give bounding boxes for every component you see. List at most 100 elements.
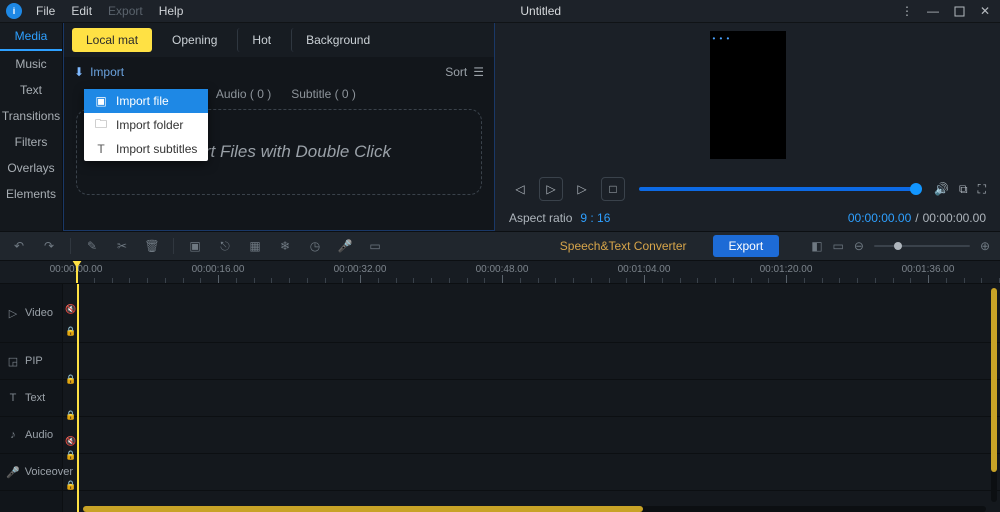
media-tabs: Local mat Opening Hot Background	[64, 23, 494, 57]
track-row-video[interactable]	[63, 284, 1000, 343]
mosaic-icon[interactable]: ▦	[246, 239, 264, 253]
speech-text-converter[interactable]: Speech&Text Converter	[560, 239, 687, 253]
track-label-pip[interactable]: ◲PIP	[0, 343, 62, 380]
mute-icon[interactable]: 🔇	[65, 436, 76, 447]
duration-icon[interactable]: ◷	[306, 239, 324, 253]
sidebar-item-overlays[interactable]: Overlays	[0, 155, 62, 181]
voiceover-icon[interactable]: 🎤	[336, 239, 354, 253]
zoom-slider[interactable]	[874, 245, 970, 247]
dropdown-import-folder[interactable]: 🗀 Import folder	[84, 113, 208, 137]
undo-icon[interactable]: ↶	[10, 239, 28, 253]
aspect-ratio-value[interactable]: 9 : 16	[580, 211, 610, 225]
split-icon[interactable]: ⎋	[216, 239, 234, 254]
freeze-icon[interactable]: ❄	[276, 239, 294, 253]
pip-track-icon: ◲	[6, 355, 20, 368]
preview-canvas[interactable]: • • •	[710, 31, 786, 159]
tab-background[interactable]: Background	[291, 28, 384, 52]
time-ruler[interactable]: 00:00:00.0000:00:16.0000:00:32.0000:00:4…	[0, 261, 1000, 284]
ruler-label: 00:01:04.00	[618, 264, 671, 275]
menu-edit[interactable]: Edit	[63, 2, 100, 20]
lock-icon[interactable]: 🔒	[65, 326, 76, 337]
sort-label[interactable]: Sort	[445, 65, 467, 79]
preview-panel: • • • ◁ ▷ ▷ □ 🔊 ⧉ ⛶ Aspect ratio 9 : 16 …	[495, 23, 1000, 231]
tab-local[interactable]: Local mat	[72, 28, 152, 52]
fullscreen-icon[interactable]: ⛶	[978, 182, 986, 197]
export-button[interactable]: Export	[713, 235, 780, 257]
sidebar-item-media[interactable]: Media	[0, 23, 62, 51]
current-time: 00:00:00.00	[848, 211, 911, 225]
lock-icon[interactable]: 🔒	[65, 450, 76, 461]
horizontal-scrollbar[interactable]	[83, 506, 986, 512]
dropdown-import-subtitles[interactable]: T Import subtitles	[84, 137, 208, 161]
zoom-in-icon[interactable]: ⊕	[980, 239, 990, 253]
menu-export: Export	[100, 2, 151, 20]
track-label-video[interactable]: ▷Video	[0, 284, 62, 343]
track-label-audio[interactable]: ♪Audio	[0, 417, 62, 454]
menu-file[interactable]: File	[28, 2, 63, 20]
media-panel: Local mat Opening Hot Background ⬇ Impor…	[63, 23, 495, 231]
edit-icon[interactable]: ✎	[83, 239, 101, 253]
snapshot-icon[interactable]: ⧉	[959, 182, 968, 197]
ruler-label: 00:00:48.00	[476, 264, 529, 275]
next-frame-button[interactable]: ▷	[571, 178, 593, 200]
close-icon[interactable]: ✕	[976, 4, 994, 18]
sidebar-item-music[interactable]: Music	[0, 51, 62, 77]
import-dropdown: ▣ Import file 🗀 Import folder T Import s…	[84, 89, 208, 161]
timeline-toolbar: ↶ ↷ ✎ ✂ 🗑 ▣ ⎋ ▦ ❄ ◷ 🎤 ▭ Speech&Text Conv…	[0, 231, 1000, 261]
app-logo-icon: i	[6, 3, 22, 19]
marker-icon[interactable]: ◧	[811, 239, 822, 253]
left-sidebar: Media Music Text Transitions Filters Ove…	[0, 23, 63, 231]
lock-icon[interactable]: 🔒	[65, 374, 76, 385]
track-row-text[interactable]	[63, 380, 1000, 417]
cut-icon[interactable]: ✂	[113, 239, 131, 253]
prev-frame-button[interactable]: ◁	[509, 178, 531, 200]
sidebar-item-elements[interactable]: Elements	[0, 181, 62, 207]
zoom-pan-icon[interactable]: ▭	[366, 239, 384, 253]
timeline: ▷Video ◲PIP TText ♪Audio 🎤Voiceover 🔇 🔒 …	[0, 284, 1000, 512]
sort-icon[interactable]: ☰	[473, 65, 484, 79]
window-title: Untitled	[191, 4, 890, 18]
track-label-voiceover[interactable]: 🎤Voiceover	[0, 454, 62, 491]
track-row-voiceover[interactable]	[63, 454, 1000, 491]
ruler-label: 00:00:32.00	[334, 264, 387, 275]
count-subtitle[interactable]: Subtitle ( 0 )	[291, 87, 356, 101]
sidebar-item-text[interactable]: Text	[0, 77, 62, 103]
import-button[interactable]: Import	[90, 65, 124, 79]
tab-opening[interactable]: Opening	[158, 28, 231, 52]
sidebar-item-transitions[interactable]: Transitions	[0, 103, 62, 129]
play-button[interactable]: ▷	[539, 177, 563, 201]
minimize-icon[interactable]: —	[924, 4, 942, 18]
vertical-scrollbar[interactable]	[991, 288, 997, 502]
ruler-label: 00:01:36.00	[902, 264, 955, 275]
zoom-out-icon[interactable]: ⊖	[854, 239, 864, 253]
stop-button[interactable]: □	[601, 177, 625, 201]
mute-icon[interactable]: 🔇	[65, 304, 76, 315]
aspect-ratio-label: Aspect ratio	[509, 211, 572, 225]
lock-icon[interactable]: 🔒	[65, 480, 76, 491]
volume-icon[interactable]: 🔊	[934, 182, 949, 197]
count-audio[interactable]: Audio ( 0 )	[216, 87, 271, 101]
delete-icon[interactable]: 🗑	[143, 239, 161, 253]
track-row-audio[interactable]	[63, 417, 1000, 454]
crop-icon[interactable]: ▣	[186, 239, 204, 253]
tab-hot[interactable]: Hot	[237, 28, 285, 52]
voiceover-track-icon: 🎤	[6, 466, 20, 479]
fit-icon[interactable]: ▭	[833, 239, 844, 253]
preview-progress[interactable]	[639, 187, 920, 191]
play-file-icon: ▣	[94, 94, 108, 108]
dropdown-import-file[interactable]: ▣ Import file	[84, 89, 208, 113]
track-label-text[interactable]: TText	[0, 380, 62, 417]
track-row-pip[interactable]	[63, 343, 1000, 380]
lock-icon[interactable]: 🔒	[65, 410, 76, 421]
audio-track-icon: ♪	[6, 429, 20, 441]
total-time: 00:00:00.00	[923, 211, 986, 225]
title-bar: i File Edit Export Help Untitled ⋮ — ✕	[0, 0, 1000, 23]
subtitle-icon: T	[94, 142, 108, 156]
sidebar-item-filters[interactable]: Filters	[0, 129, 62, 155]
menu-help[interactable]: Help	[151, 2, 192, 20]
download-icon: ⬇	[74, 65, 84, 79]
more-icon[interactable]: ⋮	[898, 4, 916, 18]
redo-icon[interactable]: ↷	[40, 239, 58, 253]
ruler-label: 00:01:20.00	[760, 264, 813, 275]
maximize-icon[interactable]	[950, 4, 968, 18]
